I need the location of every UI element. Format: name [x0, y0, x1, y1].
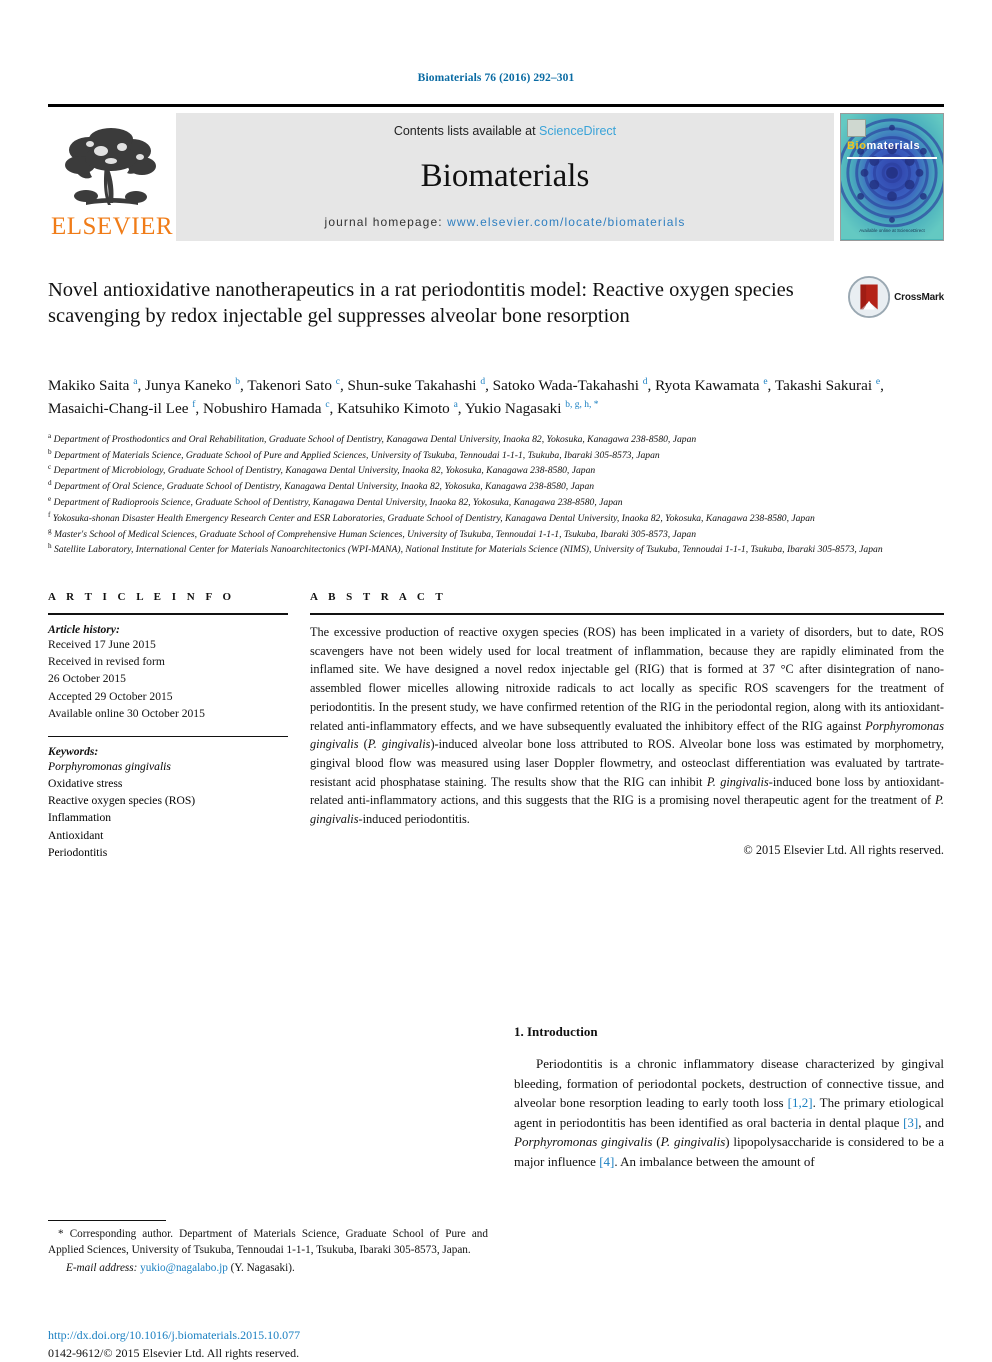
issn-copyright-line: 0142-9612/© 2015 Elsevier Ltd. All right…	[48, 1345, 300, 1360]
affiliation-text: Department of Radioproois Science, Gradu…	[51, 497, 623, 509]
left-column-footnotes: * Corresponding author. Department of Ma…	[48, 998, 488, 1360]
sciencedirect-link[interactable]: ScienceDirect	[539, 124, 616, 138]
article-first-page: Biomaterials 76 (2016) 292–301 ELSEVIER …	[0, 0, 992, 1360]
affiliation-item: e Department of Radioproois Science, Gra…	[48, 494, 944, 510]
crossmark-badge[interactable]: CrossMark	[848, 271, 944, 323]
cover-publisher-badge	[847, 119, 866, 137]
article-history-line: 26 October 2015	[48, 672, 126, 686]
affiliation-text: Department of Prosthodontics and Oral Re…	[51, 433, 697, 445]
article-history-line: Received 17 June 2015	[48, 638, 156, 652]
journal-title: Biomaterials	[420, 158, 590, 194]
footnote-rule	[48, 1219, 166, 1221]
email-address-label: E-mail address:	[66, 1261, 138, 1274]
affiliation-text: Master's School of Medical Sciences, Gra…	[51, 528, 696, 540]
corresponding-email-line: E-mail address: yukio@nagalabo.jp (Y. Na…	[48, 1260, 488, 1276]
corresponding-email-suffix: (Y. Nagasaki).	[230, 1261, 295, 1274]
abstract-rule	[310, 613, 944, 616]
author-list: Makiko Saita a, Junya Kaneko b, Takenori…	[48, 377, 884, 417]
abstract-heading: A B S T R A C T	[310, 591, 447, 604]
article-history-line: Accepted 29 October 2015	[48, 689, 173, 703]
affiliation-item: h Satellite Laboratory, International Ce…	[48, 541, 944, 557]
affiliation-item: a Department of Prosthodontics and Oral …	[48, 431, 944, 447]
journal-homepage-link[interactable]: www.elsevier.com/locate/biomaterials	[447, 215, 685, 229]
affiliation-text: Department of Oral Science, Graduate Sch…	[51, 481, 595, 493]
introduction-heading: 1. Introduction	[514, 1024, 598, 1039]
affiliation-item: c Department of Microbiology, Graduate S…	[48, 462, 944, 478]
corresponding-author-footnote: * Corresponding author. Department of Ma…	[48, 1219, 488, 1276]
elsevier-wordmark: ELSEVIER	[50, 213, 174, 240]
title-block: Novel antioxidative nanotherapeutics in …	[48, 275, 944, 355]
article-info-column: A R T I C L E I N F O Article history: R…	[48, 591, 288, 861]
journal-masthead: ELSEVIER Contents lists available at Sci…	[48, 104, 944, 241]
homepage-prefix-text: journal homepage:	[324, 215, 448, 229]
affiliation-text: Department of Microbiology, Graduate Sch…	[51, 465, 596, 477]
cover-title-label: Biomaterials	[847, 140, 920, 152]
cover-divider-rule	[847, 157, 937, 159]
affiliation-list: a Department of Prosthodontics and Oral …	[48, 431, 944, 557]
crossmark-icon	[848, 275, 891, 319]
keyword-item: Periodontitis	[48, 845, 108, 859]
article-history-line: Available online 30 October 2015	[48, 706, 205, 720]
article-title: Novel antioxidative nanotherapeutics in …	[48, 279, 794, 328]
affiliation-text: Yokosuka-shonan Disaster Health Emergenc…	[50, 512, 815, 524]
running-head-citation: Biomaterials 76 (2016) 292–301	[417, 72, 575, 84]
affiliation-item: f Yokosuka-shonan Disaster Health Emerge…	[48, 510, 944, 526]
article-history-line: Received in revised form	[48, 655, 165, 669]
abstract-copyright: © 2015 Elsevier Ltd. All rights reserved…	[743, 842, 944, 857]
masthead-center-band: Contents lists available at ScienceDirec…	[176, 113, 834, 241]
affiliation-text: Department of Materials Science, Graduat…	[51, 449, 660, 461]
article-history-lines: Received 17 June 2015 Received in revised…	[48, 636, 288, 722]
corresponding-author-text: * Corresponding author. Department of Ma…	[48, 1227, 488, 1256]
introduction-text: Periodontitis is a chronic inflammatory …	[514, 1056, 945, 1169]
cover-title-bio: Bio	[847, 140, 867, 152]
doi-block: http://dx.doi.org/10.1016/j.biomaterials…	[48, 1327, 508, 1362]
abstract-column: A B S T R A C T The excessive production…	[310, 591, 944, 861]
keyword-item: Inflammation	[48, 811, 112, 825]
affiliation-item: g Master's School of Medical Sciences, G…	[48, 526, 944, 542]
keyword-item: Reactive oxygen species (ROS)	[48, 794, 196, 808]
journal-homepage-line: journal homepage: www.elsevier.com/locat…	[325, 215, 686, 229]
cover-footer-text: Available online at ScienceDirect	[859, 228, 925, 234]
journal-cover-thumbnail: Biomaterials Available online at Science…	[840, 113, 944, 241]
affiliation-item: d Department of Oral Science, Graduate S…	[48, 478, 944, 494]
contents-prefix-text: Contents lists available at	[393, 124, 540, 138]
article-history-label: Article history:	[48, 623, 120, 637]
contents-available-line: Contents lists available at ScienceDirec…	[394, 124, 616, 138]
article-info-heading: A R T I C L E I N F O	[48, 591, 236, 604]
corresponding-email-link[interactable]: yukio@nagalabo.jp	[140, 1262, 228, 1274]
keyword-item: Porphyromonas gingivalis	[48, 759, 171, 773]
keywords-list: Porphyromonas gingivalis Oxidative stress…	[48, 758, 288, 861]
introduction-column: 1. Introduction Periodontitis is a chron…	[514, 998, 944, 1298]
affiliation-item: b Department of Materials Science, Gradu…	[48, 447, 944, 463]
abstract-text: The excessive production of reactive oxy…	[310, 625, 945, 826]
info-abstract-row: A R T I C L E I N F O Article history: R…	[48, 591, 944, 861]
elsevier-tree-icon	[65, 128, 156, 205]
keywords-label: Keywords:	[48, 744, 99, 758]
doi-link[interactable]: http://dx.doi.org/10.1016/j.biomaterials…	[48, 1327, 508, 1344]
keyword-item: Oxidative stress	[48, 777, 123, 791]
bottom-columns: * Corresponding author. Department of Ma…	[48, 998, 944, 1360]
crossmark-label: CrossMark	[894, 291, 944, 303]
keywords-rule	[48, 735, 288, 737]
keyword-item: Antioxidant	[48, 828, 104, 842]
affiliation-text: Satellite Laboratory, International Cent…	[51, 544, 883, 556]
cover-title-materials: materials	[866, 140, 921, 152]
article-info-rule	[48, 613, 288, 616]
elsevier-logo: ELSEVIER	[48, 113, 176, 241]
